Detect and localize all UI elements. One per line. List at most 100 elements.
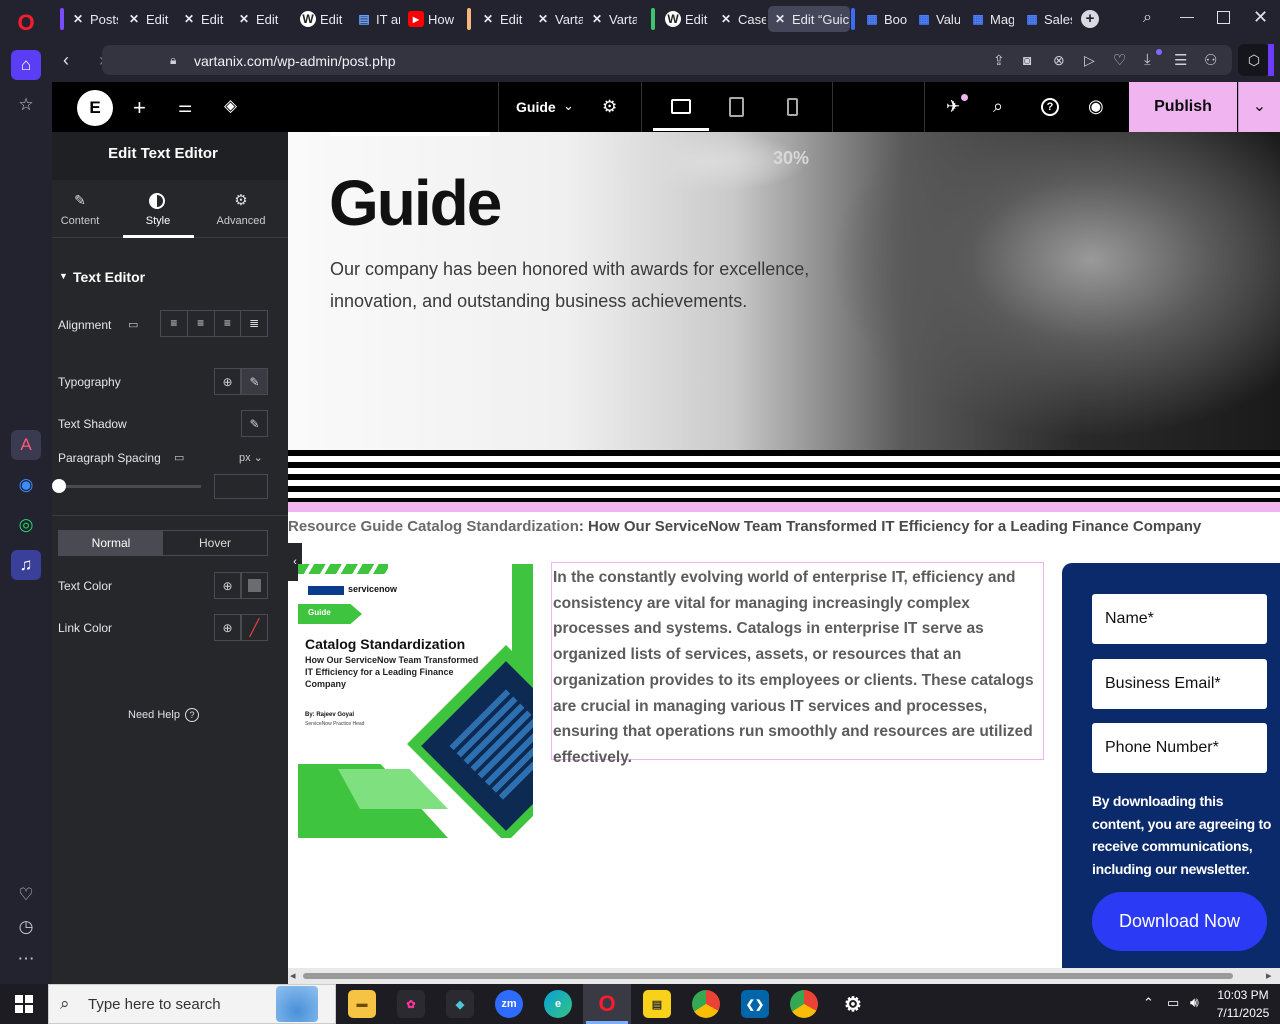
phone-number-field[interactable]: Phone Number* [1092,723,1267,773]
link-color-empty-swatch[interactable]: ╱ [241,614,268,641]
align-right-icon[interactable]: ≡ [215,311,242,336]
browser-tab[interactable]: ✕ Edit [122,6,174,32]
desktop-view-icon[interactable] [671,99,691,114]
section-title[interactable]: Text Editor [73,269,145,285]
notifications-icon[interactable]: ✈ [946,97,960,117]
slider-handle[interactable] [52,479,66,493]
whatsapp-icon[interactable]: ◎ [11,510,41,540]
browser-tab[interactable]: ✕ Varta [585,6,637,32]
share-icon[interactable]: ⇪ [993,52,1005,69]
help-circle-icon[interactable]: ? [185,708,199,722]
adblock-icon[interactable]: ⊗ [1053,52,1065,69]
browser-tab[interactable]: ✕ Edit [232,6,284,32]
normal-tab[interactable]: Normal [59,531,163,555]
scroll-right-icon[interactable]: ▸ [1266,969,1272,982]
edit-text-shadow-icon[interactable]: ✎ [241,410,268,437]
taskbar-search-placeholder[interactable]: Type here to search [88,996,221,1013]
add-element-icon[interactable]: + [133,95,146,121]
elementor-logo-icon[interactable]: E [77,90,113,126]
align-center-icon[interactable]: ≡ [188,311,215,336]
downloads-icon[interactable]: ⤓ [1144,51,1151,68]
volume-icon[interactable]: 🔊︎ [1190,994,1199,1011]
text-color-swatch[interactable] [241,572,268,599]
breadcrumb-prefix[interactable]: Resource Guide Catalog Standardization [288,518,579,535]
browser-tab[interactable]: ▦ Mag [966,6,1014,32]
camera-icon[interactable]: ◙ [1023,52,1031,68]
hover-tab[interactable]: Hover [163,531,267,555]
browser-tab[interactable]: ▦Sales [1020,6,1072,32]
chevron-down-icon[interactable]: ⌄ [563,98,574,114]
sticky-notes-icon[interactable]: ▤ [643,990,671,1018]
browser-tab[interactable]: ✕ Edit [476,6,526,32]
publish-button[interactable]: Publish [1129,82,1237,132]
hero-text-line2[interactable]: innovation, and outstanding business ach… [330,291,747,312]
edit-typography-icon[interactable]: ✎ [241,368,268,395]
music-player-icon[interactable]: ♫ [11,550,41,580]
heart-icon[interactable]: ♡ [11,880,41,910]
style-half-circle-icon[interactable] [149,193,165,209]
app-icon[interactable]: ◆ [446,990,474,1018]
globe-icon[interactable]: ⊕ [214,368,241,395]
gear-icon[interactable]: ⚙ [232,191,250,209]
tab-style[interactable]: Style [132,215,184,227]
hero-title[interactable]: Guide [329,166,502,240]
browser-tab[interactable]: ✕ Edit [177,6,229,32]
aria-icon[interactable]: A [11,430,41,460]
browser-tab-active[interactable]: ✕ Edit “Guic [768,6,850,32]
align-left-icon[interactable]: ≡ [161,311,188,336]
settings-icon[interactable]: ⚙ [839,990,867,1018]
history-icon[interactable]: ◷ [11,912,41,942]
profile-icon[interactable]: ⚇ [1204,51,1217,69]
responsive-desktop-icon[interactable]: ▭ [174,451,184,464]
edge-icon[interactable]: e [544,990,572,1018]
responsive-desktop-icon[interactable]: ▭ [128,318,138,331]
windows-start-icon[interactable] [15,995,33,1013]
search-icon[interactable]: ⌕ [993,96,1003,117]
globe-icon[interactable]: ⊕ [214,572,241,599]
more-icon[interactable]: ⋯ [11,944,41,974]
tablet-view-icon[interactable] [729,97,744,117]
flow-icon[interactable]: ▷ [1084,52,1095,69]
extensions-icon[interactable]: ⬡ [1238,44,1270,76]
messenger-icon[interactable]: ◉ [11,470,41,500]
file-explorer-icon[interactable]: ▬ [348,990,376,1018]
paint-icon[interactable]: ✿ [397,990,425,1018]
favorites-icon[interactable]: ♡ [1113,51,1126,69]
vscode-icon[interactable]: ❮❯ [741,990,769,1018]
paragraph-spacing-input[interactable] [214,474,268,499]
browser-tab[interactable]: W Edit [661,6,711,32]
unit-selector[interactable]: px ⌄ [239,451,263,464]
back-icon[interactable]: ‹ [63,50,69,71]
opera-icon[interactable]: O [593,990,621,1018]
search-highlight-image[interactable] [276,986,318,1022]
page-settings-icon[interactable]: ⚙ [602,97,617,117]
slider-track[interactable] [58,485,201,488]
scrollbar-thumb[interactable] [303,973,1233,979]
need-help-link[interactable]: Need Help [128,709,180,721]
business-email-field[interactable]: Business Email* [1092,659,1267,709]
align-justify-icon[interactable]: ≣ [241,311,267,336]
browser-tab[interactable]: ▦ Boo [860,6,908,32]
taskbar-date[interactable]: 7/11/2025 [1213,1006,1273,1020]
browser-tab[interactable]: ▤IT an [352,6,400,32]
hero-text-line1[interactable]: Our company has been honored with awards… [330,259,809,280]
structure-icon[interactable]: ◈ [224,96,237,116]
close-window-button[interactable]: ✕ [1253,7,1268,28]
site-settings-icon[interactable]: ⚌ [178,97,192,117]
lock-icon[interactable]: 🔒︎ [170,53,176,68]
star-icon[interactable]: ☆ [11,90,41,120]
caret-down-icon[interactable]: ▼ [59,271,68,281]
page-name[interactable]: Guide [516,99,556,115]
browser-tab[interactable]: ▦ Valu [912,6,960,32]
browser-tab[interactable]: ✕ Varta [531,6,583,32]
chevron-up-icon[interactable]: ⌃ [1143,995,1154,1011]
mobile-view-icon[interactable] [787,98,798,116]
restore-button[interactable] [1217,11,1230,24]
chrome-icon[interactable] [692,990,720,1018]
taskbar-time[interactable]: 10:03 PM [1213,988,1273,1002]
url-text[interactable]: vartanix.com/wp-admin/post.php [194,53,396,69]
help-icon[interactable]: ? [1041,98,1059,116]
globe-icon[interactable]: ⊕ [214,614,241,641]
body-text[interactable]: In the constantly evolving world of ente… [553,565,1042,771]
browser-tab[interactable]: W Edit [296,6,346,32]
